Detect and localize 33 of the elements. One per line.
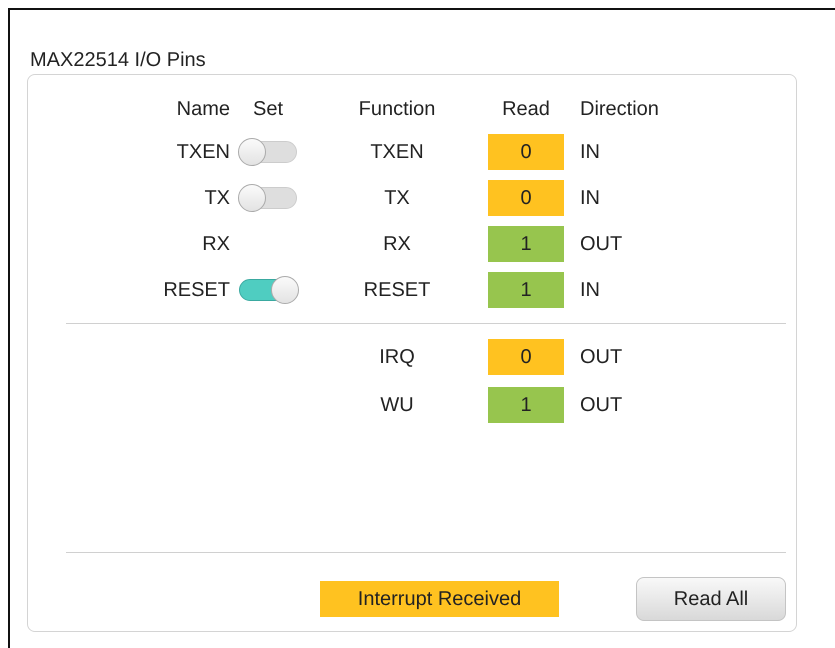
column-header: Set [252,98,284,120]
pin-direction: IN [579,186,601,210]
column-header: Read [501,98,551,120]
read-value: 0 [488,339,564,375]
read-value: 0 [488,180,564,216]
column-header: Function [358,98,436,120]
panel-title: MAX22514 I/O Pins [30,48,207,73]
pin-name: RX [201,232,230,256]
pin-function: IRQ [378,346,416,368]
toggle-switch[interactable] [239,187,297,209]
read-value: 0 [488,134,564,170]
pin-direction: OUT [579,394,624,416]
pin-direction: OUT [579,346,624,368]
interrupt-indicator: Interrupt Received [320,581,559,617]
pin-direction: OUT [579,232,624,256]
pin-function: WU [379,394,415,416]
pin-function: TX [383,186,411,210]
toggle-switch[interactable] [239,279,297,301]
pin-direction: IN [579,140,601,164]
read-all-button[interactable]: Read All [636,577,786,621]
pin-name: TXEN [176,140,230,164]
pin-name: RESET [162,278,230,302]
read-value: 1 [488,226,564,262]
toggle-switch[interactable] [239,141,297,163]
pin-name: TX [203,186,230,210]
read-value: 1 [488,272,564,308]
column-header: Direction [579,98,660,120]
pin-function: RX [382,232,412,256]
read-value: 1 [488,387,564,423]
pin-direction: IN [579,278,601,302]
column-header: Name [176,98,230,120]
pin-function: RESET [362,278,432,302]
pin-function: TXEN [369,140,425,164]
